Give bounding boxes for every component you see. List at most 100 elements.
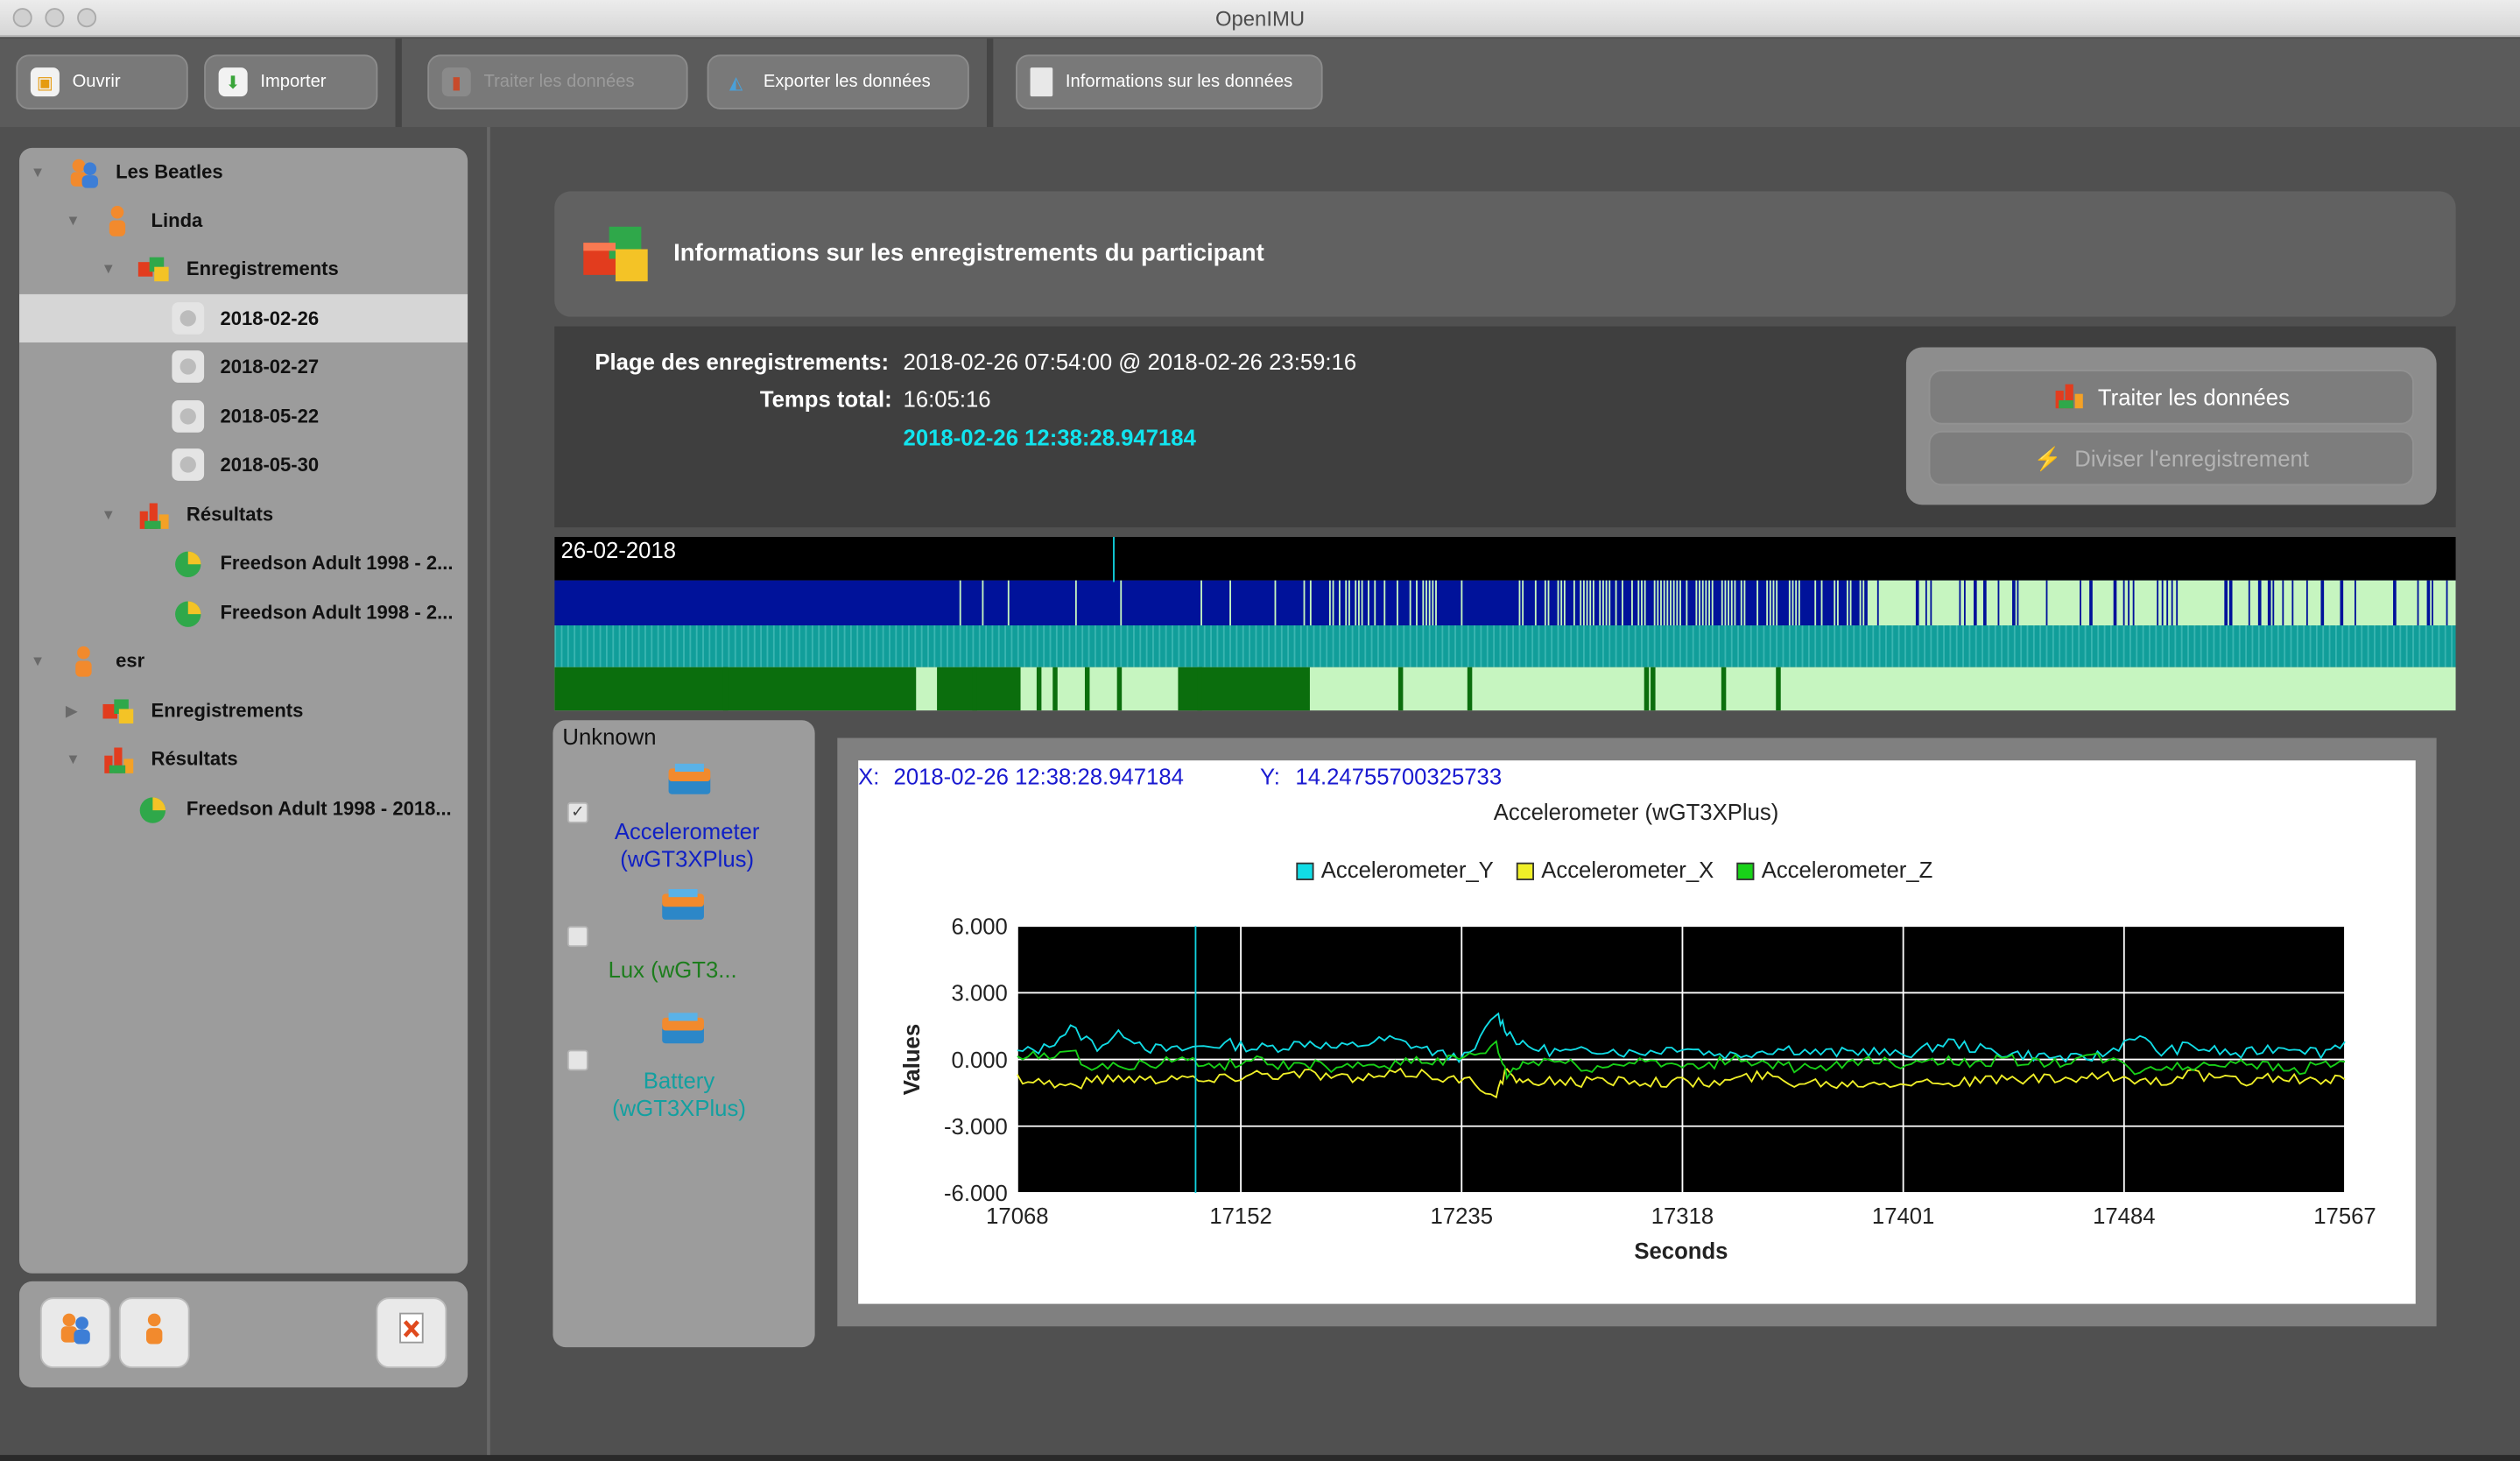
recording-icon (172, 302, 205, 335)
timeline-tick (637, 625, 640, 667)
toolbar-separator (986, 39, 994, 128)
tree-item-results[interactable]: ▼ Résultats (19, 735, 468, 783)
timeline-tick (2176, 580, 2179, 626)
timeline-tick (618, 625, 621, 667)
chart-y-readout-value: 14.24755700325733 (1295, 766, 1502, 790)
add-group-button[interactable] (39, 1297, 111, 1369)
tree-item-result[interactable]: Freedson Adult 1998 - 2018... (19, 785, 468, 833)
process-data-button[interactable]: Traiter les données (1928, 370, 2414, 425)
pie-chart-icon (137, 793, 169, 825)
timeline-tick (651, 625, 653, 667)
timeline-tick (1766, 580, 1769, 626)
expand-arrow-icon[interactable]: ▼ (102, 260, 116, 276)
expand-arrow-icon[interactable]: ▼ (31, 653, 45, 668)
timeline-tick (1203, 625, 1206, 667)
timeline-tick (1622, 580, 1623, 626)
timeline-tick (2149, 625, 2150, 667)
timeline-tick (2174, 625, 2177, 667)
timeline-tick (1807, 625, 1810, 667)
tree-item-date[interactable]: 2018-02-26 (19, 293, 468, 342)
expand-arrow-icon[interactable]: ▼ (31, 164, 45, 180)
sensor-label-lux[interactable]: Lux (wGT3... (598, 956, 748, 984)
data-info-button[interactable]: Informations sur les données (1016, 54, 1323, 109)
zoom-window-button[interactable] (77, 8, 97, 28)
tree-item-recordings[interactable]: ▼ Enregistrements (19, 244, 468, 293)
timeline-tick (901, 625, 904, 667)
timeline-tick (1403, 625, 1405, 667)
timeline-tick (1534, 580, 1537, 626)
sensor-label-battery[interactable]: Battery (wGT3XPlus) (601, 1068, 757, 1122)
timeline-tick (1795, 625, 1798, 667)
timeline-tick (2097, 625, 2100, 667)
timeline-tick (1705, 625, 1707, 667)
chart-panel[interactable]: X: 2018-02-26 12:38:28.947184 Y: 14.2475… (858, 760, 2416, 1304)
sensor-checkbox-battery[interactable] (567, 1049, 588, 1071)
tree-item-result[interactable]: Freedson Adult 1998 - 2... (19, 539, 468, 587)
timeline-tick (959, 580, 961, 626)
timeline-tick (612, 625, 615, 667)
timeline-tick (1721, 580, 1723, 626)
timeline-tick (1711, 580, 1714, 626)
timeline-tick (1814, 625, 1817, 667)
tree-item-date[interactable]: 2018-05-30 (19, 441, 468, 489)
timeline-tick (2155, 625, 2157, 667)
timeline-tick (1126, 625, 1129, 667)
person-icon (102, 204, 134, 236)
collapse-arrow-icon[interactable]: ▶ (66, 702, 77, 719)
timeline-tick (1326, 625, 1328, 667)
lightning-icon: ⚡ (2033, 444, 2062, 470)
timeline-tick (676, 625, 679, 667)
timeline-tick (1605, 580, 1608, 626)
timeline-tick (657, 625, 659, 667)
timeline-tick (1988, 625, 1990, 667)
timeline-tick (2059, 625, 2061, 667)
import-button[interactable]: ⬇ Importer (204, 54, 378, 109)
timeline-tick (1229, 580, 1231, 626)
timeline-tick (1834, 580, 1836, 626)
tree-item-participant[interactable]: ▼ Linda (19, 196, 468, 244)
timeline-tick (1582, 625, 1585, 667)
timeline-tick (1872, 625, 1875, 667)
timeline-tick (1306, 625, 1309, 667)
tree-item-group[interactable]: ▼ Les Beatles (19, 148, 468, 196)
timeline-tick (1615, 625, 1617, 667)
split-recording-button[interactable]: ⚡ Diviser l'enregistrement (1928, 430, 2414, 486)
add-participant-button[interactable] (118, 1297, 190, 1369)
splitter[interactable] (487, 127, 490, 1461)
expand-arrow-icon[interactable]: ▼ (102, 506, 116, 522)
timeline-tick (2245, 625, 2248, 667)
sensor-label-accelerometer[interactable]: Accelerometer (wGT3XPlus) (601, 818, 772, 872)
timeline-tick (1293, 625, 1296, 667)
timeline-view[interactable]: 26-02-2018 (554, 537, 2456, 711)
expand-arrow-icon[interactable]: ▼ (66, 751, 80, 766)
timeline-tick (947, 625, 948, 667)
timeline-tick (753, 625, 756, 667)
timeline-tick (1595, 625, 1598, 667)
timeline-segment (937, 667, 1021, 711)
timeline-bars[interactable] (554, 537, 2456, 711)
timeline-tick (1982, 625, 1984, 667)
tree-item-result[interactable]: Freedson Adult 1998 - 2... (19, 589, 468, 637)
minimize-window-button[interactable] (45, 8, 65, 28)
close-window-button[interactable] (12, 8, 32, 28)
tree-item-participant[interactable]: ▼ esr (19, 637, 468, 685)
tree-item-recordings[interactable]: ▶ Enregistrements (19, 687, 468, 735)
tree-item-date[interactable]: 2018-05-22 (19, 392, 468, 441)
sensor-checkbox-accelerometer[interactable]: ✓ (567, 801, 588, 823)
sensor-checkbox-lux[interactable] (567, 926, 588, 948)
process-data-toolbar-button[interactable]: ▮ Traiter les données (427, 54, 688, 109)
timeline-tick (1422, 580, 1425, 626)
delete-button[interactable] (376, 1297, 447, 1369)
export-data-button[interactable]: ◭ Exporter les données (707, 54, 969, 109)
tree-item-results[interactable]: ▼ Résultats (19, 491, 468, 539)
accelerometer-chart[interactable]: X: 2018-02-26 12:38:28.947184 Y: 14.2475… (858, 760, 2416, 1303)
timeline-tick (2001, 625, 2003, 667)
tree-item-date[interactable]: 2018-02-27 (19, 342, 468, 391)
timeline-tick (586, 625, 588, 667)
chart-title: Accelerometer (wGT3XPlus) (1494, 801, 1778, 825)
expand-arrow-icon[interactable]: ▼ (66, 212, 80, 228)
open-button[interactable]: ▣ Ouvrir (16, 54, 188, 109)
timeline-tick (1666, 580, 1669, 626)
timeline-tick (1493, 625, 1496, 667)
timeline-tick (1936, 625, 1939, 667)
